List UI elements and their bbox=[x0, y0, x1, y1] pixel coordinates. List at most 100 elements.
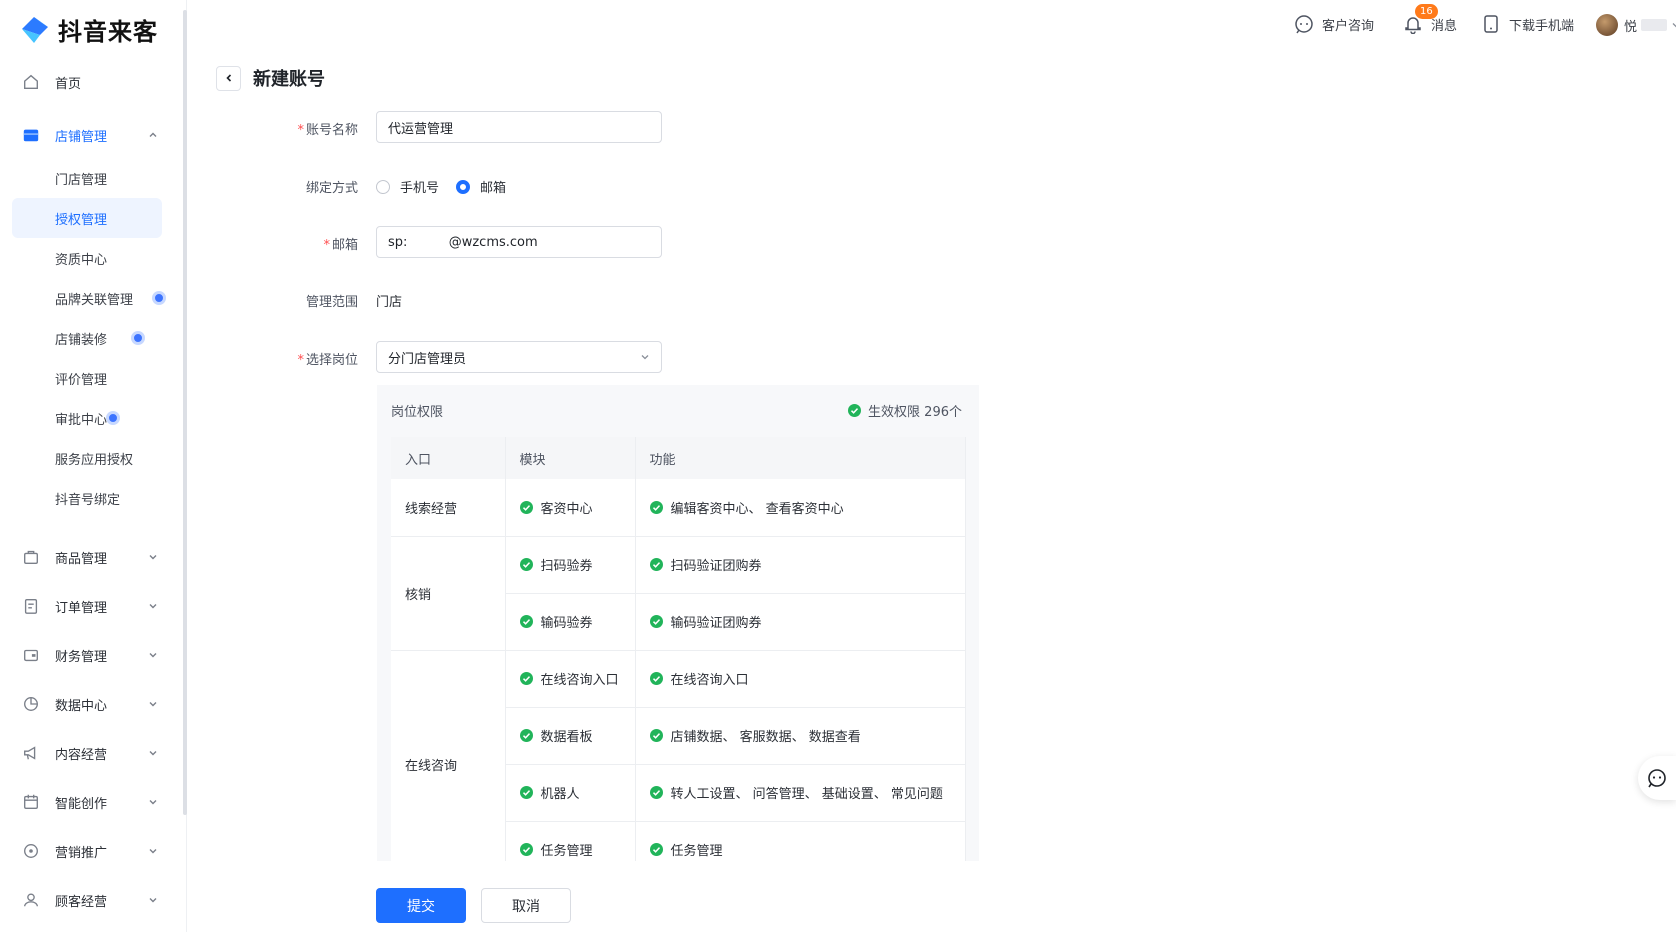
module-label: 输码验券 bbox=[540, 616, 593, 631]
sidebar-item-label: 商品管理 bbox=[55, 551, 108, 567]
effective-permissions: 生效权限 296个 bbox=[848, 401, 962, 420]
scope-label-text: 管理范围 bbox=[305, 295, 358, 310]
message-count-badge: 16 bbox=[1415, 4, 1438, 19]
module-cell: 扫码验券 bbox=[505, 536, 636, 594]
entry-cell: 线索经营 bbox=[391, 479, 506, 537]
radio-email[interactable]: 邮箱 bbox=[456, 177, 506, 196]
page-title: 新建账号 bbox=[253, 69, 325, 90]
table-header-row: 入口 模块 功能 bbox=[391, 437, 966, 479]
sidebar-subitem-7[interactable]: 服务应用授权 bbox=[12, 438, 162, 478]
sidebar-subitem-3[interactable]: 品牌关联管理 bbox=[12, 278, 162, 318]
permission-title: 岗位权限 bbox=[391, 405, 444, 420]
function-item: 输码验证团购券 bbox=[649, 612, 966, 631]
account-name-label: * 账号名称 bbox=[188, 119, 358, 138]
chevron-down-icon bbox=[149, 849, 157, 854]
check-circle-icon bbox=[519, 500, 533, 514]
function-cell: 转人工设置、 问答管理、 基础设置、 常见问题 bbox=[635, 764, 966, 822]
check-circle-icon bbox=[848, 404, 862, 417]
module-label: 机器人 bbox=[540, 787, 580, 802]
mobile-icon bbox=[1484, 15, 1498, 33]
sidebar-item-8[interactable]: 营销推广 bbox=[0, 831, 183, 871]
check-circle-icon bbox=[519, 672, 533, 685]
sidebar-subitem-8[interactable]: 抖音号绑定 bbox=[12, 478, 162, 518]
col-entry: 入口 bbox=[391, 437, 506, 479]
scope-label: 管理范围 bbox=[188, 291, 358, 310]
bell-wrapper: 16 bbox=[1403, 4, 1438, 34]
radio-phone[interactable]: 手机号 bbox=[376, 177, 439, 196]
module-label: 客资中心 bbox=[540, 501, 593, 517]
sidebar-subitem-6[interactable]: 审批中心 bbox=[12, 398, 162, 438]
chevron-left-icon bbox=[225, 74, 231, 82]
chevron-down-icon bbox=[149, 751, 157, 756]
module-item: 扫码验券 bbox=[519, 555, 635, 574]
sidebar-item-label: 数据中心 bbox=[55, 698, 108, 714]
wallet-icon bbox=[22, 646, 40, 664]
function-item: 店铺数据、 客服数据、 数据查看 bbox=[649, 726, 966, 745]
topbar: 客户咨询 16 消息 下载手机端 悦 bbox=[187, 0, 1676, 50]
check-circle-icon bbox=[649, 615, 663, 628]
module-item: 输码验券 bbox=[519, 612, 635, 631]
sidebar-item-9[interactable]: 顾客经营 bbox=[0, 880, 183, 920]
sidebar-subitem-label: 审批中心 bbox=[55, 412, 108, 428]
download-app-button[interactable]: 下载手机端 bbox=[1481, 14, 1574, 34]
sidebar-item-3[interactable]: 订单管理 bbox=[0, 586, 183, 626]
check-circle-icon bbox=[649, 729, 663, 742]
chevron-down-icon bbox=[149, 702, 157, 707]
sidebar-item-6[interactable]: 内容经营 bbox=[0, 733, 183, 773]
messages-button[interactable]: 16 消息 bbox=[1403, 4, 1457, 34]
store-icon bbox=[22, 126, 40, 144]
sidebar-subitem-2[interactable]: 资质中心 bbox=[12, 238, 162, 278]
function-label: 在线咨询入口 bbox=[670, 673, 749, 688]
sidebar-subitem-0[interactable]: 门店管理 bbox=[12, 158, 162, 198]
logo[interactable]: 抖音来客 bbox=[18, 12, 158, 46]
bind-method-label-text: 绑定方式 bbox=[305, 181, 358, 196]
notification-dot bbox=[131, 331, 145, 345]
position-label: * 选择岗位 bbox=[188, 349, 358, 368]
app-name: 抖音来客 bbox=[58, 17, 158, 46]
position-select[interactable]: 分门店管理员 bbox=[376, 341, 662, 373]
customer-consult-button[interactable]: 客户咨询 bbox=[1294, 14, 1374, 34]
check-circle-icon bbox=[649, 786, 663, 799]
location-icon bbox=[22, 842, 40, 860]
user-menu[interactable]: 悦 bbox=[1596, 14, 1676, 36]
sidebar-subitem-label: 授权管理 bbox=[55, 212, 108, 228]
sidebar-item-5[interactable]: 数据中心 bbox=[0, 684, 183, 724]
submit-button[interactable]: 提交 bbox=[376, 888, 466, 923]
floating-help-button[interactable] bbox=[1638, 756, 1676, 800]
check-circle-icon bbox=[519, 615, 533, 628]
function-item: 在线咨询入口 bbox=[649, 669, 966, 688]
sidebar-item-4[interactable]: 财务管理 bbox=[0, 635, 183, 675]
sidebar-subitem-label: 店铺装修 bbox=[55, 332, 108, 348]
module-item: 任务管理 bbox=[519, 840, 635, 859]
function-label: 任务管理 bbox=[670, 844, 723, 859]
account-name-input[interactable] bbox=[376, 111, 662, 143]
notification-dot bbox=[106, 411, 120, 425]
sidebar-item-label: 首页 bbox=[55, 76, 82, 92]
cancel-button[interactable]: 取消 bbox=[481, 888, 571, 923]
function-label: 转人工设置、 问答管理、 基础设置、 常见问题 bbox=[670, 787, 943, 802]
sidebar-item-0[interactable]: 首页 bbox=[0, 62, 183, 102]
sidebar-item-2[interactable]: 商品管理 bbox=[0, 537, 183, 577]
function-label: 编辑客资中心、 查看客资中心 bbox=[670, 501, 844, 517]
entry-cell: 核销 bbox=[391, 536, 506, 651]
col-module: 模块 bbox=[505, 437, 636, 479]
email-input[interactable] bbox=[376, 226, 662, 258]
sidebar-item-7[interactable]: 智能创作 bbox=[0, 782, 183, 822]
module-cell: 在线咨询入口 bbox=[505, 650, 636, 708]
megaphone-icon bbox=[22, 744, 40, 762]
function-label: 扫码验证团购券 bbox=[670, 559, 762, 574]
logo-icon bbox=[22, 17, 48, 43]
module-item: 数据看板 bbox=[519, 726, 635, 745]
sidebar-subitem-1[interactable]: 授权管理 bbox=[12, 198, 162, 238]
user-icon bbox=[22, 891, 40, 909]
col-function: 功能 bbox=[635, 437, 966, 479]
back-button[interactable] bbox=[216, 65, 241, 91]
user-name: 悦 bbox=[1624, 19, 1638, 35]
chevron-down-icon bbox=[149, 653, 157, 658]
check-circle-icon bbox=[519, 786, 533, 799]
function-cell: 在线咨询入口 bbox=[635, 650, 966, 708]
sidebar-scrollbar[interactable] bbox=[183, 10, 187, 815]
sidebar-item-1[interactable]: 店铺管理 bbox=[0, 115, 183, 155]
sidebar-subitem-label: 抖音号绑定 bbox=[55, 492, 121, 508]
sidebar-subitem-5[interactable]: 评价管理 bbox=[12, 358, 162, 398]
